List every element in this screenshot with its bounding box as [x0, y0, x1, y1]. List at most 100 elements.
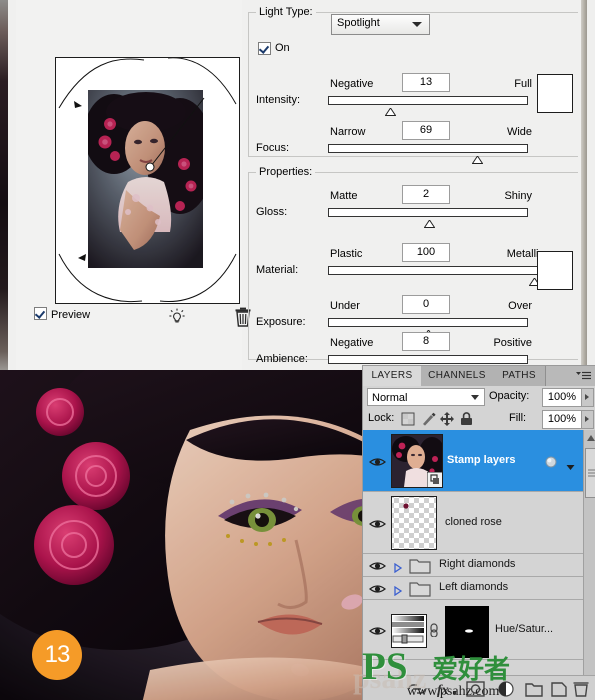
- scrollbar-thumb[interactable]: [585, 448, 595, 498]
- layer-name: Stamp layers: [447, 453, 516, 466]
- slider-max-label-4: Over: [508, 300, 532, 312]
- layer-row[interactable]: cloned rose: [363, 492, 583, 554]
- eye-visibility-icon[interactable]: [369, 624, 386, 636]
- new-fill-adjustment-icon: [498, 681, 514, 697]
- link-mask-icon[interactable]: [429, 622, 439, 638]
- slider-value-0[interactable]: 13: [402, 73, 450, 92]
- blend-opacity-row: Normal Opacity: 100%: [363, 386, 595, 408]
- fill-slider-button[interactable]: [581, 410, 594, 429]
- material-color-swatch[interactable]: [537, 251, 573, 290]
- chevron-down-icon: [412, 22, 422, 27]
- light-type-dropdown[interactable]: Spotlight: [331, 14, 430, 35]
- blend-mode-dropdown[interactable]: Normal: [367, 388, 485, 406]
- layer-name: cloned rose: [445, 515, 502, 528]
- slider-thumb-0[interactable]: [384, 103, 397, 116]
- blend-mode-value: Normal: [372, 392, 408, 404]
- eye-visibility-icon[interactable]: [369, 559, 386, 571]
- light-type-value: Spotlight: [337, 17, 380, 29]
- layer-mask-thumbnail[interactable]: [445, 605, 489, 658]
- preview-checkbox[interactable]: [34, 307, 47, 320]
- slider-track-5[interactable]: [328, 355, 528, 364]
- scroll-up-icon[interactable]: [587, 435, 595, 441]
- slider-min-label-5: Negative: [330, 337, 374, 349]
- slider-max-label-5: Positive: [493, 337, 532, 349]
- slider-value-3[interactable]: 100: [402, 243, 450, 262]
- expand-effects-arrow-icon[interactable]: [566, 458, 575, 470]
- slider-thumb-2[interactable]: [423, 215, 436, 228]
- dialog-right-edge: [578, 0, 595, 370]
- lock-position-icon: [440, 412, 454, 426]
- lighting-preview-pane[interactable]: Preview: [16, 0, 251, 370]
- slider-value-2[interactable]: 2: [402, 185, 450, 204]
- eye-visibility-icon[interactable]: [369, 455, 386, 467]
- layer-row[interactable]: Right diamonds: [363, 554, 583, 577]
- layer-row[interactable]: Hue/Satur...: [363, 600, 583, 660]
- lock-label: Lock:: [368, 412, 395, 424]
- slider-min-label-0: Negative: [330, 78, 374, 90]
- preview-label: Preview: [51, 309, 91, 321]
- slider-name-4: Exposure:: [256, 316, 306, 328]
- slider-track-0[interactable]: [328, 96, 528, 105]
- slider-value-5[interactable]: 8: [402, 332, 450, 351]
- tab-layers[interactable]: LAYERS: [363, 366, 422, 386]
- eye-visibility-icon[interactable]: [369, 517, 386, 529]
- folder-icon: [409, 557, 431, 574]
- layer-thumbnail[interactable]: [391, 434, 443, 488]
- preview-controls-row: Preview: [34, 306, 251, 328]
- light-on-checkbox[interactable]: [258, 42, 271, 55]
- slider-name-5: Ambience:: [256, 353, 308, 365]
- lock-image-icon: [423, 412, 436, 426]
- properties-label: Properties:: [256, 166, 316, 178]
- folder-icon: [409, 580, 431, 597]
- new-layer-icon: [551, 682, 567, 697]
- slider-min-label-2: Matte: [330, 190, 358, 202]
- slider-track-1[interactable]: [328, 144, 528, 153]
- layer-row[interactable]: Left diamonds: [363, 577, 583, 600]
- tab-channels[interactable]: CHANNELS: [421, 366, 494, 386]
- expand-arrow-icon[interactable]: [393, 560, 403, 574]
- expand-arrow-icon[interactable]: [393, 583, 403, 597]
- slider-thumb-1[interactable]: [471, 151, 484, 164]
- slider-value-1[interactable]: 69: [402, 121, 450, 140]
- lock-icons-group[interactable]: [401, 411, 479, 427]
- svg-text:fx: fx: [437, 683, 449, 698]
- eye-visibility-icon[interactable]: [369, 582, 386, 594]
- layer-thumbnail[interactable]: [391, 496, 437, 550]
- layers-scrollbar[interactable]: [583, 430, 595, 675]
- layer-name: Right diamonds: [439, 558, 516, 570]
- layer-effects-icon[interactable]: [545, 455, 557, 467]
- slider-max-label-1: Wide: [506, 126, 532, 138]
- lock-all-icon: [461, 412, 472, 425]
- layer-mask-icon: [466, 681, 485, 697]
- slider-name-3: Material:: [256, 264, 299, 276]
- lock-fill-row: Lock: Fill: 100%: [363, 408, 595, 430]
- panel-tab-bar: LAYERS CHANNELS PATHS: [363, 366, 595, 386]
- slider-value-4[interactable]: 0: [402, 295, 450, 314]
- slider-min-label-1: Narrow: [330, 126, 366, 138]
- fill-input[interactable]: 100%: [542, 410, 582, 429]
- slider-max-label-0: Full: [514, 78, 532, 90]
- adjustment-layer-thumbnail[interactable]: [391, 613, 427, 648]
- layers-panel-footer: fx: [363, 675, 595, 700]
- preview-canvas[interactable]: [55, 57, 240, 304]
- opacity-slider-button[interactable]: [581, 388, 594, 407]
- opacity-label: Opacity:: [489, 390, 530, 402]
- layer-row[interactable]: Stamp layers: [363, 430, 583, 492]
- delete-layer-icon: [573, 682, 589, 697]
- tab-paths[interactable]: PATHS: [493, 366, 546, 386]
- slider-min-label-3: Plastic: [330, 248, 363, 260]
- lightbulb-icon[interactable]: [167, 307, 187, 327]
- lighting-ellipse-handles[interactable]: [56, 58, 239, 303]
- layer-list[interactable]: Stamp layers cloned rose Right diamonds Lef…: [363, 430, 595, 675]
- panel-menu-icon[interactable]: [576, 370, 592, 382]
- layer-name: Left diamonds: [439, 581, 509, 593]
- slider-name-2: Gloss:: [256, 206, 288, 218]
- slider-min-label-4: Under: [330, 300, 360, 312]
- light-on-label: On: [275, 42, 290, 54]
- slider-track-3[interactable]: [328, 266, 540, 275]
- layer-style-fx-icon: fx: [437, 683, 456, 698]
- intensity-color-swatch[interactable]: [537, 74, 573, 113]
- link-layers-icon: [408, 684, 426, 694]
- slider-name-1: Focus:: [256, 142, 290, 154]
- opacity-input[interactable]: 100%: [542, 388, 582, 407]
